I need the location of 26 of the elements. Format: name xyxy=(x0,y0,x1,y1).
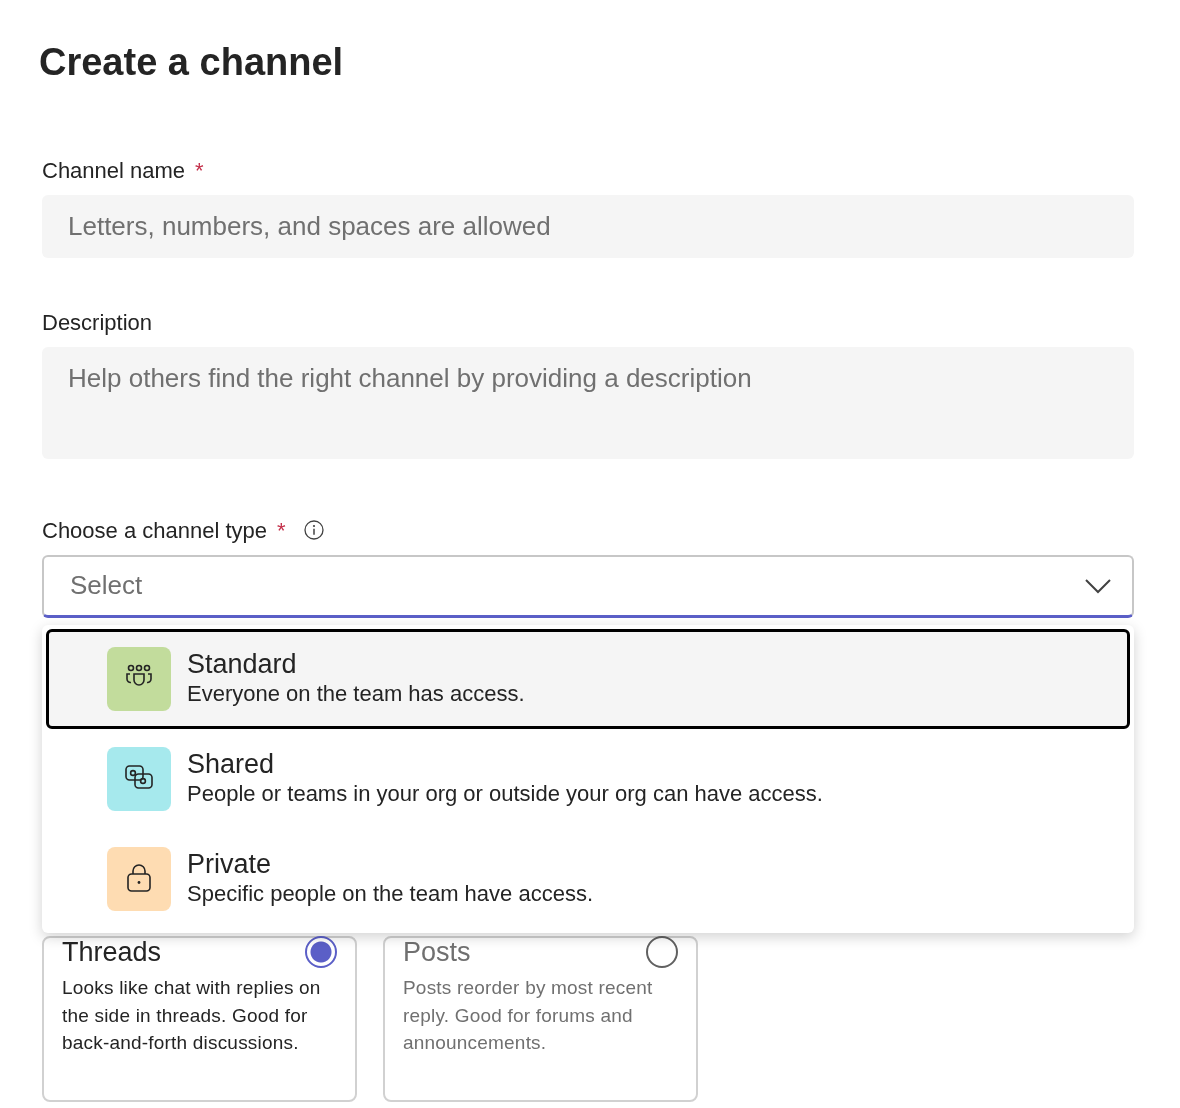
card-description: Posts reorder by most recent reply. Good for forums and announcements. xyxy=(403,976,654,1056)
dropdown-option[interactable]: Private Specific people on the team have access. xyxy=(46,828,1130,929)
option-description: Specific people on the team have access. xyxy=(187,880,594,909)
required-mark: * xyxy=(277,516,286,545)
name-field[interactable]: Letters, numbers, and spaces are allowed xyxy=(42,194,1134,258)
channel-type-dropdown[interactable]: Select xyxy=(42,554,1134,618)
radio-button[interactable] xyxy=(305,935,337,968)
layout-card[interactable]: Threads Looks like chat with replies on the side in threads. Good for back-and-forth discussions. xyxy=(42,935,357,1102)
dropdown-option[interactable]: Standard Everyone on the team has access. xyxy=(46,628,1130,729)
card-description: Looks like chat with replies on the side in threads. Good for back-and-forth discussions. xyxy=(62,976,322,1056)
card-title: Threads xyxy=(62,935,162,969)
field-label: Choose a channel type xyxy=(42,516,268,545)
dropdown-option[interactable]: Shared People or teams in your org or outside your org can have access. xyxy=(46,728,1130,829)
field-label: Description xyxy=(42,308,153,337)
page-title: Create a channel xyxy=(39,40,345,85)
option-title: Private xyxy=(187,848,273,881)
option-description: Everyone on the team has access. xyxy=(187,680,525,709)
chevron-down-icon xyxy=(1084,577,1112,594)
info-icon[interactable] xyxy=(303,520,324,541)
option-title: Standard xyxy=(187,648,298,681)
option-title: Shared xyxy=(187,748,276,781)
required-mark: * xyxy=(195,156,204,185)
card-title: Posts xyxy=(403,935,471,969)
description-field[interactable]: Help others find the right channel by providing a description xyxy=(42,346,1134,459)
option-description: People or teams in your org or outside your org can have access. xyxy=(187,780,823,809)
field-label: Channel name xyxy=(42,156,186,185)
